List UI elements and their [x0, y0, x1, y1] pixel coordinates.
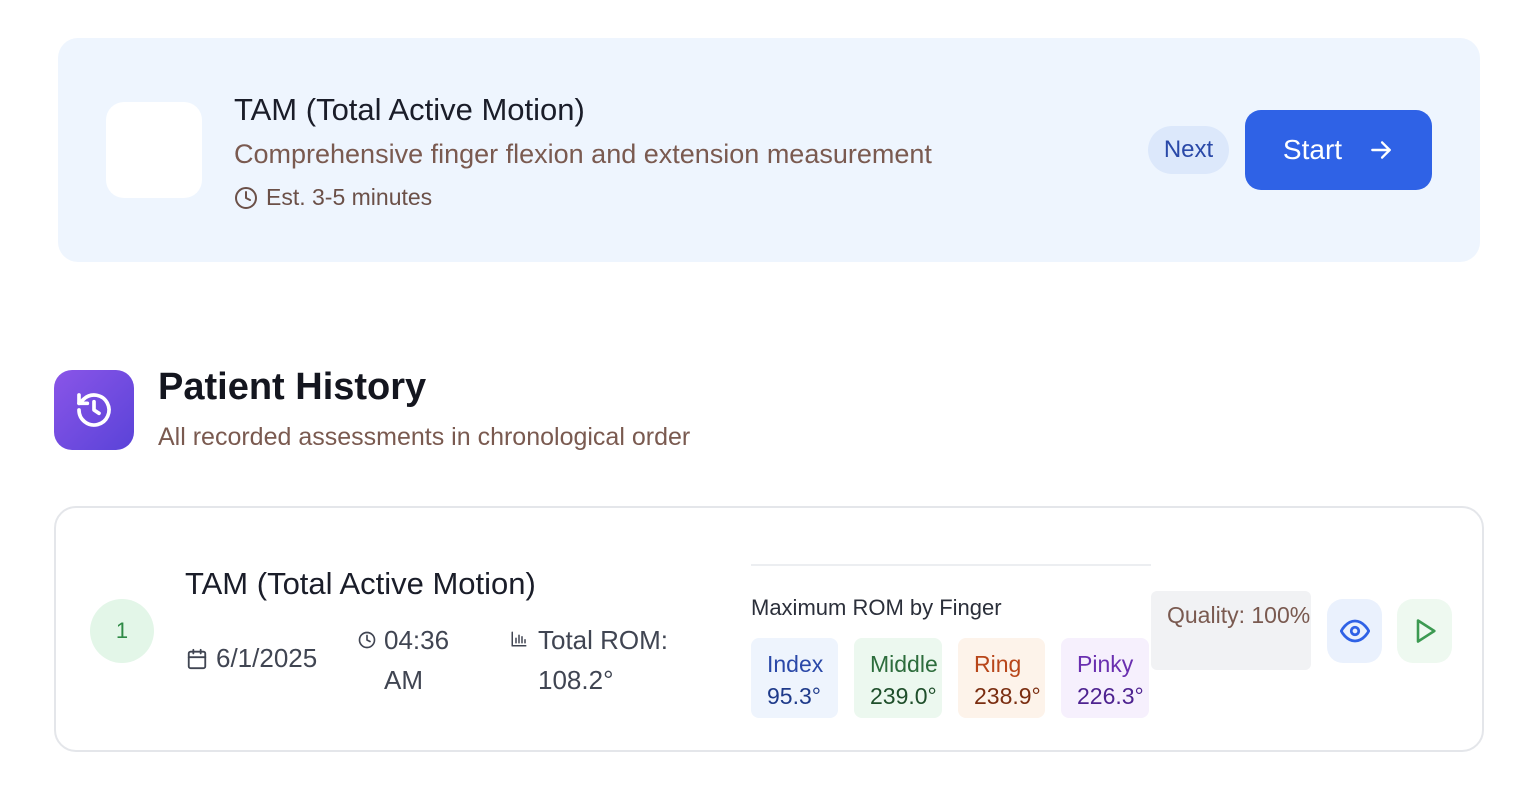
- quality-badge: Quality: 100%: [1151, 591, 1311, 670]
- replay-button[interactable]: [1397, 599, 1452, 663]
- assessment-estimate-text: Est. 3-5 minutes: [266, 184, 433, 210]
- eye-icon: [1339, 619, 1370, 643]
- finger-value: 238.9°: [974, 683, 1041, 709]
- record-time-text: 04:36 AM: [384, 625, 450, 695]
- section-title: Patient History: [158, 366, 427, 408]
- start-button[interactable]: Start: [1245, 110, 1432, 190]
- finger-rom-index: Index 95.3°: [751, 638, 838, 718]
- calendar-icon: [187, 648, 207, 669]
- assessment-estimate: Est. 3-5 minutes: [234, 184, 432, 211]
- finger-name: Middle: [870, 651, 938, 677]
- rom-divider: [751, 564, 1151, 566]
- clock-icon: [235, 186, 257, 209]
- finger-value: 226.3°: [1077, 683, 1144, 709]
- max-rom-heading: Maximum ROM by Finger: [751, 595, 1002, 620]
- history-icon: [77, 393, 111, 427]
- finger-name: Index: [767, 651, 824, 677]
- finger-rom-pinky: Pinky 226.3°: [1061, 638, 1149, 718]
- finger-value: 239.0°: [870, 683, 937, 709]
- record-total-rom: Total ROM: 108.2°: [510, 620, 688, 700]
- play-icon: [1416, 619, 1436, 643]
- clock-icon: [358, 631, 376, 649]
- next-badge: Next: [1148, 126, 1229, 174]
- record-date: 6/1/2025: [186, 643, 317, 674]
- assessment-thumbnail: [106, 102, 202, 198]
- record-date-text: 6/1/2025: [216, 643, 318, 673]
- record-time: 04:36 AM: [358, 620, 464, 700]
- history-record-card[interactable]: 1 TAM (Total Active Motion) 6/1/2025 04:…: [54, 506, 1484, 752]
- assessment-description: Comprehensive finger flexion and extensi…: [234, 139, 932, 169]
- record-total-rom-text: Total ROM: 108.2°: [538, 625, 669, 695]
- bar-chart-icon: [511, 631, 527, 647]
- finger-value: 95.3°: [767, 683, 821, 709]
- max-rom-section: Maximum ROM by Finger Index 95.3° Middle…: [751, 564, 1151, 718]
- assessment-card: TAM (Total Active Motion) Comprehensive …: [58, 38, 1480, 262]
- view-button[interactable]: [1327, 599, 1382, 663]
- finger-rom-middle: Middle 239.0°: [854, 638, 942, 718]
- finger-rom-ring: Ring 238.9°: [958, 638, 1045, 718]
- assessment-title: TAM (Total Active Motion): [234, 92, 585, 127]
- arrow-right-icon: [1371, 141, 1391, 159]
- start-button-label: Start: [1282, 134, 1343, 165]
- section-subtitle: All recorded assessments in chronologica…: [158, 423, 691, 451]
- finger-name: Ring: [974, 651, 1022, 677]
- record-title: TAM (Total Active Motion): [185, 566, 536, 601]
- finger-name: Pinky: [1077, 651, 1134, 677]
- record-index-badge: 1: [90, 599, 154, 663]
- history-icon-tile: [54, 370, 134, 450]
